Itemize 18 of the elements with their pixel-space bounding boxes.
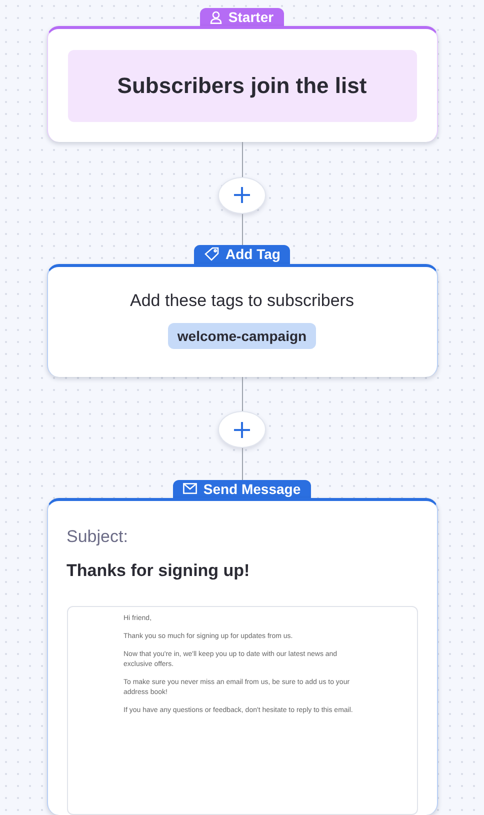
badge-label: Starter xyxy=(228,9,274,26)
subject-label: Subject: xyxy=(66,526,129,547)
step-card[interactable]: Add these tags to subscribers welcome-campaign xyxy=(46,264,438,377)
envelope-icon xyxy=(183,483,198,494)
step-title: Add these tags to subscribers xyxy=(129,290,355,311)
trigger-label: Subscribers join the list xyxy=(68,50,416,122)
tag-chip: welcome-campaign xyxy=(168,322,316,349)
add-step-button[interactable] xyxy=(218,176,266,214)
plus-icon xyxy=(233,186,251,204)
tag-icon xyxy=(204,247,220,262)
plus-icon xyxy=(233,420,251,439)
badge-label: Send Message xyxy=(203,480,301,497)
user-icon xyxy=(210,10,222,24)
step-card[interactable]: Subscribers join the list xyxy=(46,26,438,142)
badge-label: Add Tag xyxy=(226,246,280,262)
add-step-button[interactable] xyxy=(218,411,266,448)
subject-text: Thanks for signing up! xyxy=(66,560,251,581)
step-card[interactable] xyxy=(46,498,438,815)
